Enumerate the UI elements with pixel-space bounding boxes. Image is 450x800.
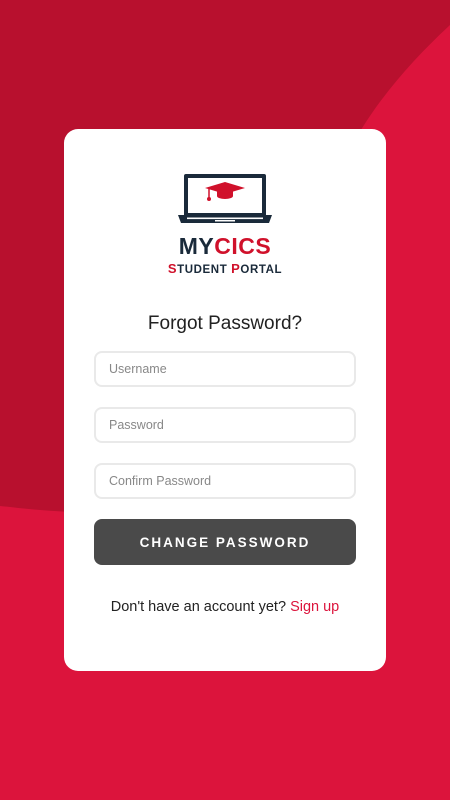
logo-title: MYCICS — [178, 233, 272, 259]
page-title: Forgot Password? — [147, 313, 303, 334]
password-input[interactable] — [94, 407, 356, 443]
signup-link[interactable]: Sign up — [290, 599, 339, 615]
username-input[interactable] — [94, 351, 356, 387]
confirm-password-input[interactable] — [94, 463, 356, 499]
forgot-password-card: MYCICS STUDENT PORTAL Forgot Password? C… — [64, 129, 386, 671]
change-password-button[interactable]: CHANGE PASSWORD — [94, 519, 356, 565]
laptop-graduation-cap-icon — [178, 174, 272, 223]
signup-prompt-row: Don't have an account yet? Sign up — [64, 599, 386, 615]
signup-prompt-text: Don't have an account yet? — [110, 599, 287, 615]
logo-subtitle: STUDENT PORTAL — [167, 261, 283, 276]
app-logo: MYCICS STUDENT PORTAL — [150, 147, 300, 297]
